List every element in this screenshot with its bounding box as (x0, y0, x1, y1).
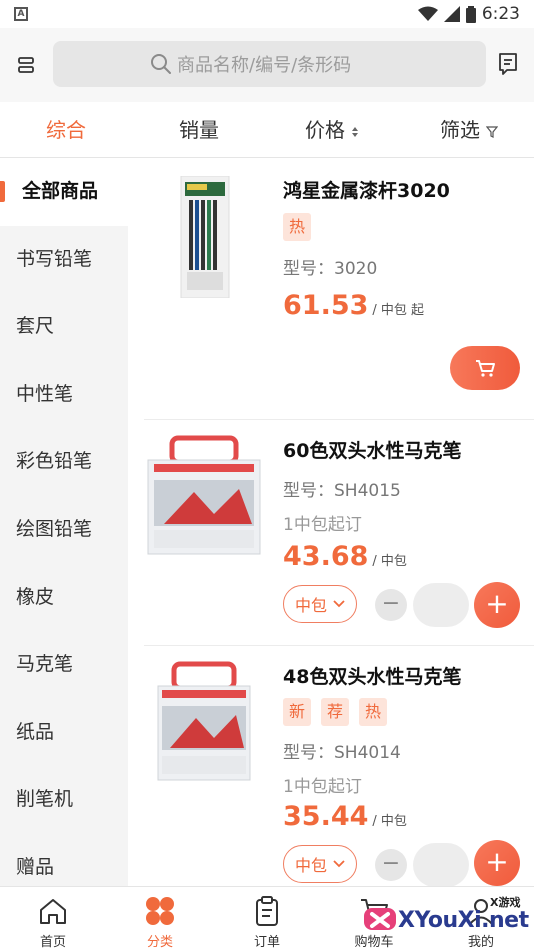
tab-orders-label: 订单 (253, 935, 280, 950)
product-price: 61.53/ 中包 起 (283, 290, 424, 321)
search-icon (151, 54, 171, 74)
tab-home[interactable]: 首页 (13, 887, 93, 950)
search-placeholder: 商品名称/编号/条形码 (177, 55, 352, 76)
product-model: 型号：SH4014 (283, 743, 401, 763)
tab-category-label: 分类 (146, 935, 173, 950)
sidebar-item-paper[interactable]: 纸品 (0, 699, 128, 767)
product-min-order: 1中包起订 (283, 777, 362, 797)
price-unit: / 中包 (372, 554, 407, 569)
product-tags: 热 (283, 213, 311, 241)
quantity-plus-button[interactable]: + (474, 840, 520, 886)
product-price: 35.44/ 中包 (283, 801, 407, 832)
sort-comprehensive[interactable]: 综合 (46, 102, 86, 158)
add-to-cart-button[interactable] (450, 346, 520, 390)
signal-icon (443, 6, 460, 22)
sort-price[interactable]: 价格 (305, 102, 359, 158)
product-model: 型号：3020 (283, 259, 378, 279)
chevron-down-icon (333, 860, 345, 868)
quantity-plus-button[interactable]: + (474, 582, 520, 628)
cart-icon (476, 360, 495, 377)
unit-select[interactable]: 中包 (283, 585, 357, 623)
product-name: 48色双头水性马克笔 (283, 666, 462, 688)
status-time: 6:23 (481, 4, 520, 24)
sort-filter[interactable]: 筛选 (440, 102, 499, 158)
sort-filter-label: 筛选 (440, 118, 480, 142)
product-model: 型号：SH4015 (283, 481, 401, 501)
sidebar-item-sharpeners[interactable]: 削笔机 (0, 766, 128, 834)
category-sidebar: 全部商品 书写铅笔 套尺 中性笔 彩色铅笔 绘图铅笔 橡皮 马克笔 纸品 削笔机… (0, 158, 128, 886)
price-value: 61.53 (283, 290, 369, 321)
tag-hot: 热 (283, 213, 311, 241)
sort-bar: 综合 销量 价格 筛选 (0, 102, 534, 158)
watermark-logo (364, 908, 396, 930)
sidebar-item-color-pencils[interactable]: 彩色铅笔 (0, 428, 128, 496)
notes-button[interactable] (490, 46, 526, 82)
product-list: 鸿星金属漆杆3020 热 型号：3020 61.53/ 中包 起 60色双头水性… (128, 158, 534, 886)
product-card[interactable]: 60色双头水性马克笔 型号：SH4015 1中包起订 43.68/ 中包 中包 … (144, 420, 534, 646)
tag-hot: 热 (359, 698, 387, 726)
tag-new: 新 (283, 698, 311, 726)
sidebar-item-drawing-pencils[interactable]: 绘图铅笔 (0, 496, 128, 564)
product-image (180, 176, 230, 298)
sidebar-item-markers[interactable]: 马克笔 (0, 631, 128, 699)
product-image (147, 435, 261, 555)
product-card[interactable]: 48色双头水性马克笔 新 荐 热 型号：SH4014 1中包起订 35.44/ … (144, 646, 520, 886)
scan-button[interactable] (0, 39, 52, 91)
tag-recommended: 荐 (321, 698, 349, 726)
quantity-input[interactable] (413, 583, 469, 627)
watermark: X游戏 XYouXi.net (358, 888, 534, 950)
sort-price-label: 价格 (305, 118, 345, 142)
home-icon (40, 899, 66, 924)
search-input[interactable]: 商品名称/编号/条形码 (53, 41, 486, 87)
quantity-minus-button[interactable]: − (375, 589, 407, 621)
sidebar-item-writing-pencils[interactable]: 书写铅笔 (0, 226, 128, 294)
clipboard-icon (256, 896, 278, 926)
filter-icon (486, 125, 499, 138)
tab-home-label: 首页 (39, 935, 66, 950)
sort-sales[interactable]: 销量 (179, 102, 219, 158)
unit-select-value: 中包 (294, 596, 327, 615)
battery-icon (465, 5, 476, 23)
price-unit: / 中包 (372, 814, 407, 829)
sort-arrows-icon (352, 126, 359, 137)
notes-icon (499, 53, 517, 75)
quantity-input[interactable] (413, 843, 469, 886)
unit-select-value: 中包 (294, 856, 327, 875)
chevron-down-icon (333, 600, 345, 608)
product-name: 鸿星金属漆杆3020 (283, 180, 450, 202)
product-name: 60色双头水性马克笔 (283, 440, 462, 462)
tab-category[interactable]: 分类 (120, 887, 200, 950)
price-value: 43.68 (283, 541, 369, 572)
sidebar-item-ruler-sets[interactable]: 套尺 (0, 293, 128, 361)
product-image (157, 661, 251, 781)
sidebar-item-gel-pens[interactable]: 中性笔 (0, 361, 128, 429)
category-icon (146, 897, 174, 925)
sidebar-item-all-products[interactable]: 全部商品 (0, 158, 128, 226)
wifi-icon (417, 6, 438, 21)
sidebar-item-erasers[interactable]: 橡皮 (0, 564, 128, 632)
scan-icon (18, 57, 34, 73)
watermark-text: XYouXi.net (398, 908, 529, 933)
unit-select[interactable]: 中包 (283, 845, 357, 883)
tab-orders[interactable]: 订单 (227, 887, 307, 950)
price-value: 35.44 (283, 801, 369, 832)
quantity-minus-button[interactable]: − (375, 849, 407, 881)
top-bar: 商品名称/编号/条形码 (0, 28, 534, 102)
product-min-order: 1中包起订 (283, 515, 362, 535)
notification-indicator: A (14, 7, 28, 21)
status-bar: A 6:23 (0, 0, 534, 28)
product-tags: 新 荐 热 (283, 698, 387, 726)
product-card[interactable]: 鸿星金属漆杆3020 热 型号：3020 61.53/ 中包 起 (144, 158, 534, 420)
sidebar-item-gifts[interactable]: 赠品 (0, 834, 128, 886)
product-price: 43.68/ 中包 (283, 541, 407, 572)
price-unit: / 中包 起 (372, 303, 425, 318)
